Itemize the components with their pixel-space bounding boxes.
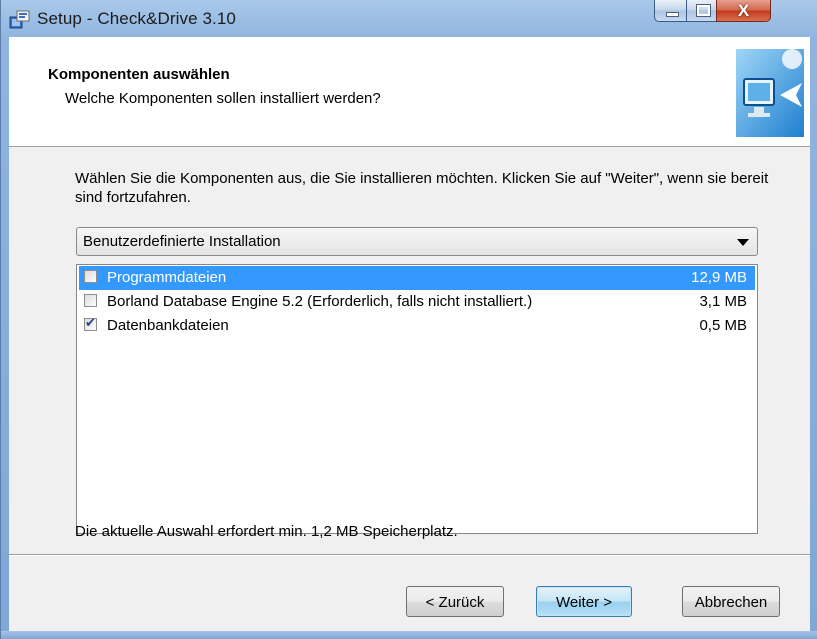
cancel-button[interactable]: Abbrechen: [682, 586, 780, 617]
components-list[interactable]: Programmdateien 12,9 MB Borland Database…: [76, 264, 758, 534]
installer-icon: [9, 10, 30, 29]
component-size: 0,5 MB: [699, 317, 747, 334]
component-checkbox[interactable]: [84, 294, 97, 307]
component-row-programmdateien[interactable]: Programmdateien 12,9 MB: [79, 266, 755, 290]
close-icon: X: [737, 1, 750, 20]
title-bar[interactable]: Setup - Check&Drive 3.10 X: [1, 0, 817, 37]
window-bottom-border: [1, 631, 817, 639]
install-type-value: Benutzerdefinierte Installation: [83, 233, 281, 250]
disk-space-info: Die aktuelle Auswahl erfordert min. 1,2 …: [75, 523, 458, 540]
component-size: 3,1 MB: [699, 293, 747, 310]
component-label: Datenbankdateien: [107, 317, 229, 334]
component-checkbox[interactable]: [84, 270, 97, 283]
footer-divider-highlight: [9, 555, 810, 556]
monitor-arrow-icon: [736, 49, 804, 137]
wizard-header: Komponenten auswählen Welche Komponenten…: [9, 37, 810, 147]
setup-window: Setup - Check&Drive 3.10 X Komponenten a…: [0, 0, 817, 639]
minimize-button[interactable]: [654, 0, 687, 22]
back-button[interactable]: < Zurück: [406, 586, 504, 617]
description-text: Wählen Sie die Komponenten aus, die Sie …: [75, 170, 769, 206]
page-title: Komponenten auswählen: [48, 66, 230, 83]
window-title: Setup - Check&Drive 3.10: [37, 9, 236, 28]
component-size: 12,9 MB: [691, 269, 747, 286]
close-button[interactable]: X: [716, 0, 771, 22]
client-area: Komponenten auswählen Welche Komponenten…: [9, 37, 810, 639]
install-type-dropdown[interactable]: Benutzerdefinierte Installation: [76, 227, 758, 256]
page-subtitle: Welche Komponenten sollen installiert we…: [65, 90, 381, 107]
component-checkbox-checked[interactable]: [84, 315, 97, 331]
component-row-borland-database-engine[interactable]: Borland Database Engine 5.2 (Erforderlic…: [79, 290, 755, 314]
chevron-down-icon: [737, 239, 749, 246]
component-label: Programmdateien: [107, 269, 227, 286]
maximize-button[interactable]: [686, 0, 717, 22]
next-button[interactable]: Weiter >: [536, 586, 632, 617]
component-label: Borland Database Engine 5.2 (Erforderlic…: [107, 293, 533, 310]
component-row-datenbankdateien[interactable]: Datenbankdateien 0,5 MB: [79, 314, 755, 338]
